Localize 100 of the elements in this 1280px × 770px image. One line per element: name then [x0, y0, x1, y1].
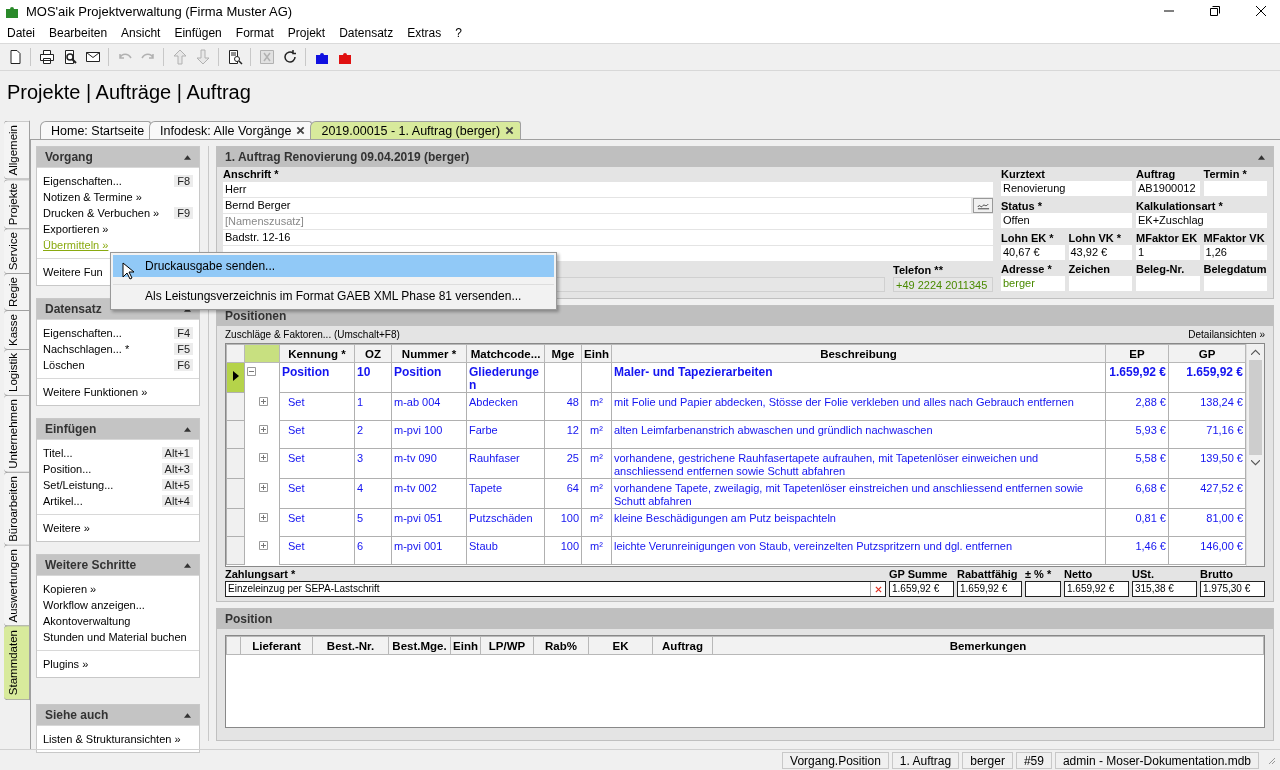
field-label: Lohn VK * [1068, 231, 1123, 245]
field-label: Belegdatum [1203, 263, 1267, 277]
table-cell: Staub [469, 540, 498, 552]
field-label: MFaktor VK [1203, 231, 1266, 245]
table-cell: 146,00 € [1200, 540, 1243, 552]
table-cell: m² [590, 540, 603, 552]
field-label: Auftrag [1136, 168, 1177, 181]
table-cell: 10 [357, 365, 371, 379]
shortcut-label: F4 [174, 327, 193, 339]
shortcut-label: F5 [174, 343, 193, 355]
status-field: admin - Moser-Dokumentation.mdb [1054, 751, 1259, 769]
table-cell: m-ab 004 [394, 396, 441, 408]
table-cell: mit Folie und Papier abdecken, Stösse der Folie verkleben und alles nach Gebrauch entfernen [614, 396, 1074, 408]
shortcut-label: Alt+3 [161, 463, 193, 475]
table-cell: Position [394, 365, 442, 379]
table-cell: 5,93 € [1135, 424, 1166, 436]
table-cell: Abdecken [469, 396, 518, 408]
table-cell: Tapete [469, 482, 503, 494]
section-title: Einfügen [45, 422, 97, 436]
table-cell: Set [288, 424, 305, 436]
field-label: Status * [1001, 199, 1043, 213]
table-cell: 6,68 € [1135, 482, 1166, 494]
table-cell: Putzschäden [469, 512, 533, 524]
table-cell: 2 [357, 424, 364, 436]
table-cell: 5 [357, 512, 364, 524]
field-label: Kurztext [1001, 168, 1046, 181]
tab-label: Home: Startseite [51, 123, 145, 138]
table-cell: Set [288, 452, 305, 464]
total-field: 1.659,92 € [957, 581, 1022, 597]
shortcut-label: Alt+4 [161, 495, 193, 507]
section-title: Weitere Schritte [45, 558, 137, 572]
status-field: Vorgang.Position [782, 751, 889, 769]
table-cell: Set [288, 482, 305, 494]
table-cell: Position [282, 365, 330, 379]
table-cell: 4 [357, 482, 364, 494]
field-label: USt. [1132, 568, 1155, 581]
table-cell: leichte Verunreinigungen von Staub, vereinzelten Putzspritzern und dgl. entfernen [614, 540, 1013, 552]
shortcut-label: F8 [174, 175, 193, 187]
field-label: Kalkulationsart * [1136, 199, 1224, 213]
table-cell: 81,00 € [1206, 512, 1243, 524]
field-label: Netto [1064, 568, 1094, 581]
table-cell: m-pvi 100 [394, 424, 443, 436]
field-value: Einzeleinzug per SEPA-Lastschrift [228, 582, 380, 596]
field-label: Termin * [1203, 168, 1248, 181]
table-cell: m-tv 002 [394, 482, 437, 494]
table-cell: Maler- und Tapezierarbeiten [614, 365, 773, 379]
table-cell: Set [288, 396, 305, 408]
field-label: Zeichen [1068, 263, 1112, 277]
table-cell: 1.659,92 € [1109, 365, 1166, 379]
total-field: 1.975,30 € [1200, 581, 1265, 597]
table-cell: Farbe [469, 424, 498, 436]
table-cell: m² [590, 452, 603, 464]
table-cell: 25 [566, 452, 579, 464]
status-field: #59 [1015, 751, 1052, 769]
table-cell: 64 [566, 482, 579, 494]
table-cell: 48 [566, 396, 579, 408]
table-cell: 139,50 € [1200, 452, 1243, 464]
table-cell: 3 [357, 452, 364, 464]
section-title: Siehe auch [45, 708, 109, 722]
table-cell: 100 [560, 512, 579, 524]
field-label: ± % * [1025, 568, 1053, 581]
shortcut-label: F6 [174, 359, 193, 371]
total-field: 1.659,92 € [1064, 581, 1129, 597]
section-title: Datensatz [45, 302, 102, 316]
table-cell: 1.659,92 € [1186, 365, 1243, 379]
table-cell: 5,58 € [1135, 452, 1166, 464]
table-cell: vorhandene Tapete, zweilagig, mit Tapetenlöser einstreichen und anschliessend entfernen sowie Schutt abfahren [614, 482, 1084, 507]
table-cell: m-pvi 001 [394, 540, 443, 552]
total-field: 1.659,92 € [889, 581, 954, 597]
table-cell: 100 [560, 540, 579, 552]
table-cell: 2,88 € [1135, 396, 1166, 408]
field-label: GP Summe [889, 568, 949, 581]
table-cell: Set [288, 540, 305, 552]
table-cell: m² [590, 482, 603, 494]
field-label: MFaktor EK [1136, 231, 1199, 245]
table-cell: m² [590, 396, 603, 408]
field-label: Anschrift * [223, 168, 280, 181]
field-label: Rabattfähig [957, 568, 1019, 581]
table-cell: m² [590, 424, 603, 436]
table-cell: m² [590, 512, 603, 524]
tab-label: Infodesk: Alle Vorgänge [160, 123, 292, 138]
section-title: Vorgang [45, 150, 93, 164]
field-label: Lohn EK * [1001, 231, 1055, 245]
table-cell: vorhandene, gestrichene Rauhfasertapete aufrauhen, mit Tapetenlöser einweichen und anschliessend entfernen sowie Schutt abfahren [614, 452, 1039, 477]
table-cell: 71,16 € [1206, 424, 1243, 436]
table-cell: Set [288, 512, 305, 524]
table-cell: Rauhfaser [469, 452, 520, 464]
panel-title: Position [225, 612, 273, 626]
field-label: Adresse * [1001, 263, 1053, 277]
page-heading: Projekte | Aufträge | Auftrag [6, 80, 252, 105]
panel-title: Positionen [225, 309, 287, 323]
table-cell: Gliederungen [469, 365, 539, 392]
table-cell: kleine Beschädigungen am Putz beispachteln [614, 512, 836, 524]
shortcut-label: F9 [174, 207, 193, 219]
status-field: berger [962, 751, 1013, 769]
table-cell: m-tv 090 [394, 452, 437, 464]
shortcut-label: Alt+1 [161, 447, 193, 459]
table-cell: alten Leimfarbenanstrich abwaschen und gründlich nachwaschen [614, 424, 933, 436]
window-title: MOS'aik Projektverwaltung (Firma Muster AG) [26, 3, 293, 19]
table-cell: 0,81 € [1135, 512, 1166, 524]
